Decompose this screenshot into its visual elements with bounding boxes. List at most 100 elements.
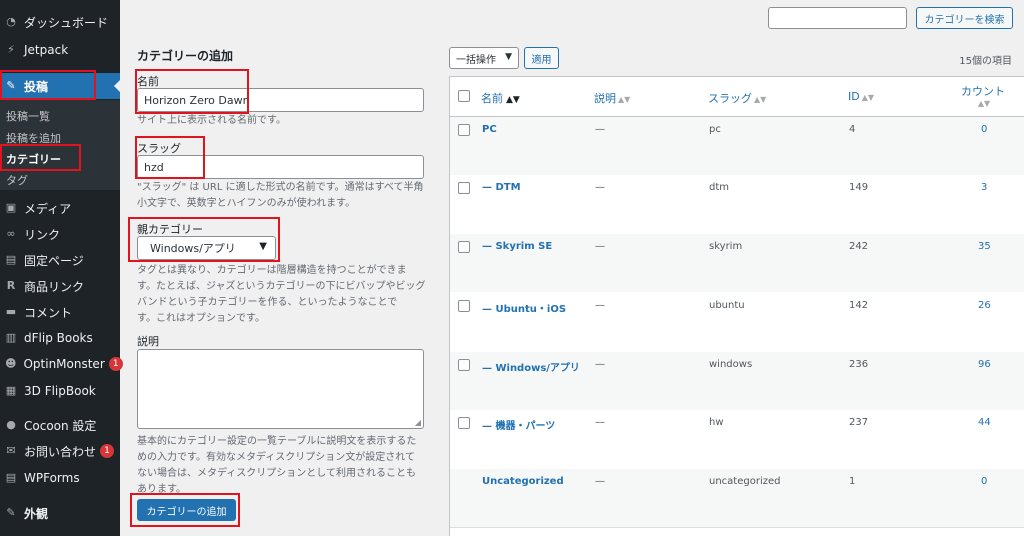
category-count-link[interactable]: 0 <box>981 124 987 135</box>
category-description: — <box>595 124 605 135</box>
category-id: 142 <box>849 300 869 311</box>
select-all-checkbox[interactable] <box>458 90 470 102</box>
description-help: 基本的にカテゴリー設定の一覧テーブルに説明文を表示するた めの入力です。有効なメ… <box>137 436 417 495</box>
category-id: 236 <box>849 359 869 370</box>
sort-icon: ▲▼ <box>977 99 991 108</box>
column-header-name[interactable]: 名前 ▲▼ <box>481 90 520 106</box>
sort-icon: ▲▼ <box>754 95 767 104</box>
menu-dashboard[interactable]: ◔ ダッシュボード <box>0 9 120 35</box>
category-count-link[interactable]: 35 <box>978 241 991 252</box>
parent-select[interactable]: Windows/アプリ ▼ <box>137 236 276 260</box>
column-header-description[interactable]: 説明 ▲▼ <box>594 90 630 106</box>
category-count-link[interactable]: 26 <box>978 300 991 311</box>
category-search-input[interactable] <box>768 7 907 29</box>
category-slug: dtm <box>709 182 730 193</box>
category-name-link[interactable]: — 機器・パーツ <box>482 417 555 432</box>
category-id: 237 <box>849 417 869 428</box>
submenu-categories[interactable]: カテゴリー <box>6 151 61 167</box>
admin-sidebar: ◔ ダッシュボード ⚡ Jetpack ✎ 投稿 投稿一覧 投稿を追加 カテゴリー タ… <box>0 0 123 536</box>
table-row: — Ubuntu・iOS — ubuntu 142 26 <box>450 293 1024 351</box>
name-label: 名前 <box>137 75 159 88</box>
slug-help: "スラッグ" は URL に適した形式の名前です。通常はすべて半角 小文字で、英… <box>137 182 424 209</box>
menu-posts[interactable]: ✎ 投稿 <box>0 73 120 99</box>
submenu-add-post[interactable]: 投稿を追加 <box>6 130 61 146</box>
media-icon: ▣ <box>5 201 17 214</box>
category-id: 4 <box>849 124 856 135</box>
menu-links[interactable]: ∞ リンク <box>0 221 120 247</box>
row-checkbox[interactable] <box>458 417 470 429</box>
menu-3d-flipbook[interactable]: ▦ 3D FlipBook <box>0 378 120 404</box>
table-row: — Skyrim SE — skyrim 242 35 <box>450 234 1024 292</box>
product-icon: R <box>6 279 16 292</box>
resize-grip-icon[interactable]: ◢ <box>415 418 421 427</box>
form-title: カテゴリーの追加 <box>137 49 234 63</box>
name-help: サイト上に表示される名前です。 <box>137 115 286 126</box>
category-name-link[interactable]: Uncategorized <box>482 476 564 487</box>
column-header-id[interactable]: ID ▲▼ <box>848 90 874 103</box>
row-checkbox[interactable] <box>458 241 470 253</box>
parent-help: タグとは異なり、カテゴリーは階層構造を持つことができま す。たとえば、ジャズとい… <box>137 265 426 324</box>
brush-icon: ✎ <box>6 506 16 519</box>
column-header-slug[interactable]: スラッグ ▲▼ <box>708 90 766 106</box>
add-category-form: カテゴリーの追加 名前 サイト上に表示される名前です。 スラッグ "スラッグ" … <box>120 0 435 536</box>
cocoon-icon: ● <box>6 418 16 431</box>
category-slug: skyrim <box>709 241 743 252</box>
menu-contact[interactable]: ✉ お問い合わせ 1 <box>0 438 120 464</box>
column-header-count[interactable]: カウント ▲▼ <box>961 83 1005 108</box>
submenu-all-posts[interactable]: 投稿一覧 <box>6 108 50 124</box>
menu-media[interactable]: ▣ メディア <box>0 195 120 221</box>
category-slug: hw <box>709 417 724 428</box>
name-input[interactable] <box>137 88 424 112</box>
table-row <box>450 527 1024 536</box>
category-name-link[interactable]: — Skyrim SE <box>482 241 552 252</box>
jetpack-icon: ⚡ <box>7 43 15 56</box>
submenu-tags[interactable]: タグ <box>6 172 28 188</box>
category-name-link[interactable]: — Windows/アプリ <box>482 359 580 374</box>
category-description: — <box>595 359 605 370</box>
menu-wpforms[interactable]: ▤ WPForms <box>0 465 120 491</box>
description-label: 説明 <box>137 335 159 348</box>
slug-input[interactable] <box>137 155 424 179</box>
page-icon: ▤ <box>5 253 17 266</box>
row-checkbox[interactable] <box>458 182 470 194</box>
category-name-link[interactable]: PC <box>482 124 497 135</box>
categories-table: 名前 ▲▼ 説明 ▲▼ スラッグ ▲▼ ID ▲▼ カウント ▲▼ PC — pc 4 0… <box>449 76 1024 536</box>
menu-jetpack[interactable]: ⚡ Jetpack <box>0 37 120 63</box>
apply-button[interactable]: 適用 <box>524 47 559 69</box>
menu-comments[interactable]: ▬ コメント <box>0 299 120 325</box>
sort-icon: ▲▼ <box>618 95 631 104</box>
menu-product-links[interactable]: R 商品リンク <box>0 273 120 299</box>
chevron-down-icon: ▼ <box>505 52 512 62</box>
row-checkbox[interactable] <box>458 359 470 371</box>
sort-icon: ▲▼ <box>506 95 520 105</box>
category-slug: pc <box>709 124 721 135</box>
category-count-link[interactable]: 44 <box>978 417 991 428</box>
table-row: — 機器・パーツ — hw 237 44 <box>450 410 1024 468</box>
category-slug: windows <box>709 359 753 370</box>
category-slug: uncategorized <box>709 476 781 487</box>
menu-dflip[interactable]: ▥ dFlip Books <box>0 325 120 351</box>
item-count: 15個の項目 <box>959 56 1012 67</box>
link-icon: ∞ <box>6 227 16 240</box>
description-textarea[interactable]: ◢ <box>137 349 424 429</box>
category-name-link[interactable]: — Ubuntu・iOS <box>482 300 566 315</box>
add-category-button[interactable]: カテゴリーの追加 <box>137 499 236 521</box>
bulk-action-select[interactable]: 一括操作 ▼ <box>449 47 519 69</box>
category-count-link[interactable]: 0 <box>981 476 987 487</box>
search-categories-button[interactable]: カテゴリーを検索 <box>916 7 1013 29</box>
category-count-link[interactable]: 3 <box>981 182 987 193</box>
book-icon: ▥ <box>5 331 17 344</box>
row-checkbox[interactable] <box>458 124 470 136</box>
row-checkbox[interactable] <box>458 300 470 312</box>
category-count-link[interactable]: 96 <box>978 359 991 370</box>
menu-optinmonster[interactable]: ☻ OptinMonster 1 <box>0 351 123 377</box>
menu-cocoon[interactable]: ● Cocoon 設定 <box>0 412 120 438</box>
flipbook-icon: ▦ <box>5 384 17 397</box>
category-id: 242 <box>849 241 869 252</box>
table-row: Uncategorized — uncategorized 1 0 <box>450 469 1024 527</box>
forms-icon: ▤ <box>5 471 17 484</box>
menu-appearance[interactable]: ✎ 外観 <box>0 500 120 526</box>
menu-pages[interactable]: ▤ 固定ページ <box>0 247 120 273</box>
category-name-link[interactable]: — DTM <box>482 182 521 193</box>
mail-icon: ✉ <box>6 444 16 457</box>
